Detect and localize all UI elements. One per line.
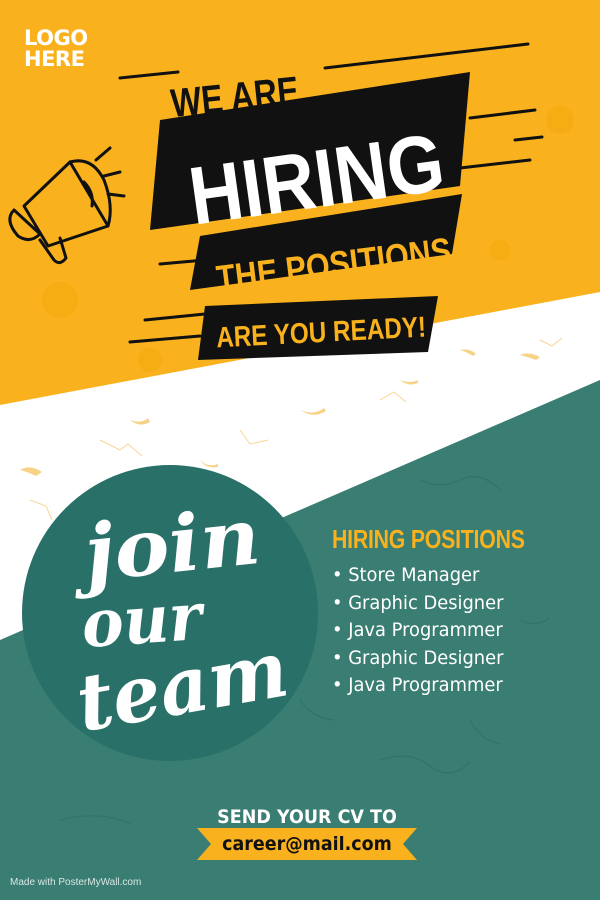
position-item: Store Manager <box>332 562 576 590</box>
position-item: Graphic Designer <box>332 645 576 673</box>
credit-text: Made with PosterMyWall.com <box>10 877 142 888</box>
email-link[interactable]: career@mail.com <box>206 829 408 859</box>
headline-banner: WE ARE HIRING THE POSITIONS ARE YOU READ… <box>8 42 544 360</box>
position-item: Java Programmer <box>332 672 576 700</box>
join-team-lettering: join our team <box>66 491 295 750</box>
positions-list: Store Manager Graphic Designer Java Prog… <box>332 562 592 700</box>
hiring-positions-section: HIRING POSITIONS Store Manager Graphic D… <box>332 522 592 700</box>
megaphone-icon <box>8 146 126 265</box>
position-item: Graphic Designer <box>332 590 576 618</box>
positions-title: HIRING POSITIONS <box>332 524 525 554</box>
position-item: Java Programmer <box>332 617 576 645</box>
send-cv-label: SEND YOUR CV TO <box>217 806 397 828</box>
